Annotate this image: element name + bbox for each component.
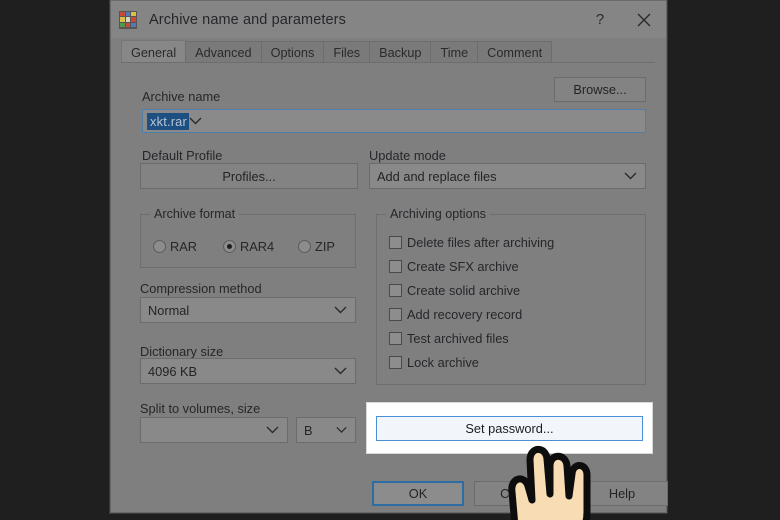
- dictionary-size-select[interactable]: 4096 KB: [140, 358, 356, 384]
- checkbox-add-recovery-record[interactable]: Add recovery record: [389, 307, 522, 322]
- help-titlebar-button[interactable]: ?: [578, 1, 622, 38]
- cancel-button[interactable]: Cancel: [474, 481, 566, 506]
- radio-indicator: [223, 240, 236, 253]
- radio-indicator: [298, 240, 311, 253]
- split-volumes-label: Split to volumes, size: [140, 401, 261, 416]
- chevron-down-icon[interactable]: [189, 117, 202, 125]
- checkbox-create-solid-archive[interactable]: Create solid archive: [389, 283, 520, 298]
- radio-rar-label: RAR: [170, 239, 198, 254]
- dictionary-size-value: 4096 KB: [148, 363, 198, 379]
- ok-button[interactable]: OK: [372, 481, 464, 506]
- update-mode-select[interactable]: Add and replace files: [369, 163, 646, 189]
- radio-zip-label: ZIP: [315, 239, 335, 254]
- archive-format-label: Archive format: [150, 207, 240, 221]
- chevron-down-icon[interactable]: [336, 427, 347, 434]
- archive-name-value: xkt.rar: [147, 112, 189, 130]
- profiles-button[interactable]: Profiles...: [140, 163, 358, 189]
- compression-method-label: Compression method: [140, 281, 262, 296]
- title-bar: Archive name and parameters ?: [111, 1, 666, 38]
- archive-name-input[interactable]: xkt.rar: [142, 109, 646, 133]
- close-icon[interactable]: [622, 1, 666, 38]
- chevron-down-icon[interactable]: [334, 306, 347, 314]
- checkbox-label: Add recovery record: [407, 307, 523, 322]
- radio-zip[interactable]: ZIP: [298, 239, 335, 254]
- winrar-books-icon: [119, 10, 137, 29]
- checkbox-label: Create SFX archive: [407, 259, 519, 274]
- tab-time[interactable]: Time: [430, 41, 479, 64]
- radio-rar4[interactable]: RAR4: [223, 239, 274, 254]
- compression-method-select[interactable]: Normal: [140, 297, 356, 323]
- archiving-options-label: Archiving options: [386, 207, 490, 221]
- update-mode-label: Update mode: [369, 148, 446, 163]
- checkbox-delete-files-after-archiving[interactable]: Delete files after archiving: [389, 235, 554, 250]
- tab-backup[interactable]: Backup: [369, 41, 432, 64]
- checkbox-lock-archive[interactable]: Lock archive: [389, 355, 479, 370]
- window-title: Archive name and parameters: [149, 11, 346, 28]
- split-volumes-unit-value: B: [304, 422, 313, 438]
- default-profile-label: Default Profile: [142, 148, 223, 163]
- dictionary-size-label: Dictionary size: [140, 344, 224, 359]
- compression-method-value: Normal: [148, 302, 190, 318]
- chevron-down-icon[interactable]: [266, 426, 279, 434]
- checkbox-test-archived-files[interactable]: Test archived files: [389, 331, 509, 346]
- tab-advanced[interactable]: Advanced: [185, 41, 262, 64]
- archiving-options-group: Archiving options Delete files after arc…: [376, 207, 646, 385]
- radio-rar4-label: RAR4: [240, 239, 275, 254]
- tab-comment[interactable]: Comment: [477, 41, 553, 64]
- update-mode-value: Add and replace files: [377, 168, 497, 184]
- chevron-down-icon[interactable]: [624, 172, 637, 180]
- checkbox-label: Create solid archive: [407, 283, 521, 298]
- checkbox-indicator: [389, 260, 402, 273]
- chevron-down-icon[interactable]: [334, 367, 347, 375]
- archive-format-group: Archive format RAR RAR4 ZIP: [140, 207, 356, 268]
- set-password-button[interactable]: Set password...: [376, 416, 643, 441]
- checkbox-indicator: [389, 236, 402, 249]
- help-button[interactable]: Help: [576, 481, 668, 506]
- tab-strip: General Advanced Options Files Backup Ti…: [121, 40, 666, 64]
- checkbox-indicator: [389, 332, 402, 345]
- radio-indicator: [153, 240, 166, 253]
- checkbox-indicator: [389, 308, 402, 321]
- tab-files[interactable]: Files: [323, 41, 371, 64]
- dialog-body: Archive name Browse... xkt.rar Default P…: [111, 63, 668, 512]
- split-volumes-unit-select[interactable]: B: [296, 417, 356, 443]
- tab-options[interactable]: Options: [260, 41, 325, 64]
- checkbox-create-sfx-archive[interactable]: Create SFX archive: [389, 259, 519, 274]
- tab-general[interactable]: General: [121, 40, 187, 64]
- checkbox-indicator: [389, 284, 402, 297]
- split-volumes-size-select[interactable]: [140, 417, 288, 443]
- checkbox-indicator: [389, 356, 402, 369]
- checkbox-label: Delete files after archiving: [407, 235, 555, 250]
- checkbox-label: Lock archive: [407, 355, 479, 370]
- archive-parameters-dialog: Archive name and parameters ? General Ad…: [110, 0, 668, 513]
- checkbox-label: Test archived files: [407, 331, 509, 346]
- browse-button[interactable]: Browse...: [554, 77, 646, 102]
- radio-rar[interactable]: RAR: [153, 239, 197, 254]
- screen-root: Archive name and parameters ? General Ad…: [0, 0, 780, 520]
- archive-name-label: Archive name: [142, 89, 221, 104]
